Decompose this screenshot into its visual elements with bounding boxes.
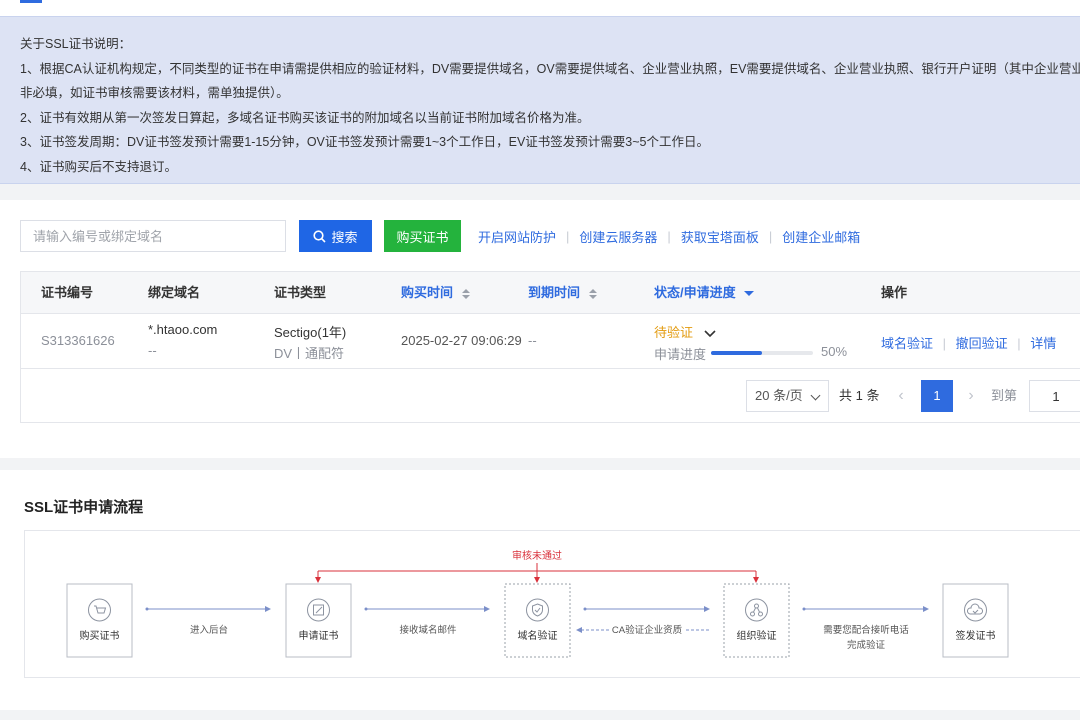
certificate-table: 证书编号 绑定域名 证书类型 购买时间 到期时间 状态/申请进度 操作 S313…	[20, 271, 1080, 423]
flow-step-label: 签发证书	[956, 629, 996, 642]
flow-step-domain-verify: 域名验证	[504, 583, 571, 658]
cell-ops: 域名验证 | 撤回验证 | 详情	[881, 333, 1056, 352]
next-page-icon[interactable]: ›	[959, 380, 983, 412]
top-tab-bar	[0, 0, 1080, 16]
page-bottom-strip	[0, 710, 1080, 720]
revoke-verify-link[interactable]: 撤回验证	[956, 336, 1008, 351]
progress-percent: 50%	[821, 344, 848, 359]
filter-dropdown-icon[interactable]	[744, 291, 755, 297]
header-expire-time-label: 到期时间	[528, 285, 581, 300]
ssl-notice-panel: 关于SSL证书说明： 1、根据CA认证机构规定，不同类型的证书在申请需提供相应的…	[0, 16, 1080, 184]
domain-verify-link[interactable]: 域名验证	[881, 336, 933, 351]
chevron-down-icon	[810, 390, 821, 401]
flow-step-label: 申请证书	[299, 629, 339, 642]
flow-arrow-label: 接收域名邮件	[399, 624, 457, 636]
flow-step-org-verify: 组织验证	[723, 583, 790, 658]
header-status[interactable]: 状态/申请进度	[654, 272, 755, 314]
link-site-protection[interactable]: 开启网站防护	[478, 227, 556, 246]
flow-arrow-label: 进入后台	[190, 624, 228, 636]
reject-path: 审核未通过	[315, 549, 759, 583]
op-divider: |	[942, 336, 947, 351]
search-button-label: 搜索	[331, 229, 358, 245]
flow-diagram-svg: 审核未通过 购买证书 申请证书 域名验证 组织验证 签发证书 进入后台 接收域名…	[66, 549, 1009, 658]
cell-type-sub: DV丨通配符	[274, 346, 345, 361]
pagination: 20 条/页 共 1 条 ‹ 1 › 到第	[21, 380, 1080, 412]
notice-title: 关于SSL证书说明：	[20, 37, 132, 51]
goto-page-input[interactable]	[1029, 380, 1080, 412]
search-input[interactable]	[20, 220, 286, 252]
page-size-select[interactable]: 20 条/页	[746, 380, 829, 412]
header-domain: 绑定域名	[148, 285, 201, 300]
progress-bar	[711, 351, 813, 355]
page-button-current[interactable]: 1	[921, 380, 953, 412]
flow-step-label: 购买证书	[80, 629, 120, 642]
link-get-bt-panel[interactable]: 获取宝塔面板	[681, 227, 759, 246]
notice-line: 2、证书有效期从第一次签发日算起，多域名证书购买该证书的附加域名以当前证书附加域…	[20, 110, 590, 125]
chevron-down-icon[interactable]	[703, 329, 717, 339]
reject-label: 审核未通过	[512, 549, 562, 562]
link-create-cloud-server[interactable]: 创建云服务器	[579, 227, 657, 246]
flow-step-apply: 申请证书	[285, 583, 352, 658]
sort-icon[interactable]	[461, 288, 470, 299]
flow-diagram: 审核未通过 购买证书 申请证书 域名验证 组织验证 签发证书 进入后台 接收域名…	[24, 530, 1080, 678]
details-link[interactable]: 详情	[1030, 336, 1056, 351]
link-create-enterprise-mail[interactable]: 创建企业邮箱	[782, 227, 860, 246]
cell-cert-no: S313361626	[41, 333, 115, 348]
link-divider: |	[667, 228, 671, 244]
notice-line: 3、证书签发周期：DV证书签发预计需要1-15分钟，OV证书签发预计需要1~3个…	[20, 135, 709, 149]
link-divider: |	[566, 228, 570, 244]
page-size-value: 20 条/页	[755, 388, 803, 403]
cell-domain: *.htaoo.com	[148, 322, 218, 337]
cell-expire-time: --	[528, 333, 537, 348]
header-expire-time[interactable]: 到期时间	[528, 272, 597, 314]
certificate-list-panel: 搜索 购买证书 开启网站防护 | 创建云服务器 | 获取宝塔面板 | 创建企业邮…	[0, 200, 1080, 458]
search-icon	[313, 229, 327, 243]
cell-domain-sub: --	[148, 343, 157, 358]
header-type: 证书类型	[274, 285, 327, 300]
cell-buy-time: 2025-02-27 09:06:29	[401, 333, 522, 348]
cell-status: 待验证 申请进度 50%	[654, 322, 854, 362]
flow-arrow-label: 需要您配合接听电话	[823, 624, 909, 636]
buy-certificate-button[interactable]: 购买证书	[384, 220, 461, 252]
link-divider: |	[768, 228, 773, 244]
notice-line: 非必填，如证书审核需要该材料，需单独提供）。	[20, 86, 289, 100]
header-status-label: 状态/申请进度	[654, 285, 736, 300]
quick-links: 开启网站防护 | 创建云服务器 | 获取宝塔面板 | 创建企业邮箱	[478, 220, 860, 252]
active-tab-indicator	[20, 0, 42, 3]
header-buy-time-label: 购买时间	[401, 285, 454, 300]
search-button[interactable]: 搜索	[299, 220, 372, 252]
flow-step-label: 组织验证	[737, 629, 777, 642]
prev-page-icon[interactable]: ‹	[889, 380, 913, 412]
goto-label: 到第	[991, 388, 1018, 403]
table-row: S313361626 *.htaoo.com -- Sectigo(1年) DV…	[21, 314, 1080, 369]
ssl-flow-panel: SSL证书申请流程 审核未通过 购买证书 申请证书 域名验证 组织验证 签发证书…	[0, 470, 1080, 710]
header-ops: 操作	[881, 285, 908, 300]
total-count: 共 1 条	[839, 388, 880, 403]
flow-step-issue: 签发证书	[942, 583, 1009, 658]
table-header: 证书编号 绑定域名 证书类型 购买时间 到期时间 状态/申请进度 操作	[21, 272, 1080, 314]
notice-line: 1、根据CA认证机构规定，不同类型的证书在申请需提供相应的验证材料，DV需要提供…	[20, 61, 1080, 76]
flow-step-label: 域名验证	[518, 629, 558, 642]
sort-icon[interactable]	[588, 288, 597, 299]
header-buy-time[interactable]: 购买时间	[401, 272, 470, 314]
header-cert-no: 证书编号	[41, 285, 94, 300]
progress-row: 申请进度 50%	[654, 344, 854, 362]
progress-fill	[711, 351, 762, 355]
flow-arrow-label: CA验证企业资质	[612, 624, 683, 636]
cell-type: Sectigo(1年)	[274, 325, 347, 340]
flow-title: SSL证书申请流程	[24, 499, 144, 516]
op-divider: |	[1017, 336, 1021, 351]
flow-step-buy: 购买证书	[66, 583, 133, 658]
notice-line: 4、证书购买后不支持退订。	[20, 159, 177, 174]
progress-label: 申请进度	[654, 347, 707, 362]
status-badge: 待验证	[654, 325, 694, 340]
flow-arrow-label: 完成验证	[847, 639, 886, 651]
